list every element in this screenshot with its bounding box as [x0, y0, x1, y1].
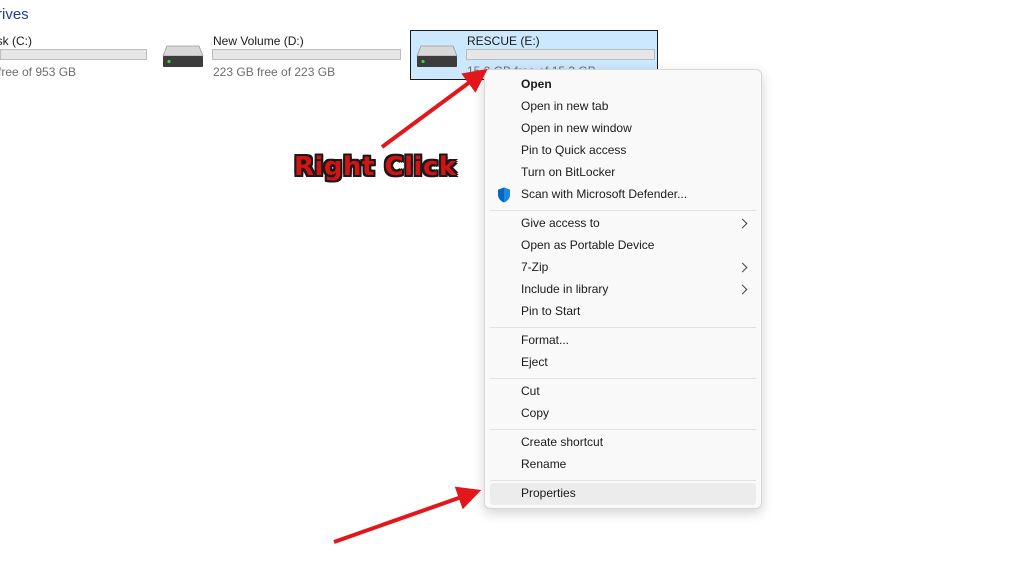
menu-item-cut[interactable]: Cut — [490, 381, 756, 403]
menu-separator — [490, 480, 756, 481]
menu-item-label: Open as Portable Device — [521, 238, 655, 252]
drive-c-tile[interactable]: isk (C:) free of 953 GB — [0, 30, 150, 82]
menu-item-open[interactable]: Open — [490, 74, 756, 96]
menu-item-pin-quick-access[interactable]: Pin to Quick access — [490, 140, 756, 162]
menu-separator — [490, 327, 756, 328]
menu-item-label: Turn on BitLocker — [521, 165, 616, 179]
arrow-to-properties — [333, 486, 482, 544]
section-title-drives: rives — [0, 6, 29, 23]
arrow-to-drive-e — [380, 68, 488, 149]
menu-item-label: Give access to — [521, 216, 600, 230]
hard-drive-icon — [162, 45, 204, 67]
chevron-right-icon — [737, 284, 748, 295]
menu-item-label: Eject — [521, 355, 548, 369]
menu-item-label: Rename — [521, 457, 567, 471]
drive-d-tile[interactable]: New Volume (D:) 223 GB free of 223 GB — [158, 30, 403, 82]
menu-item-pin-to-start[interactable]: Pin to Start — [490, 301, 756, 323]
menu-item-open-new-window[interactable]: Open in new window — [490, 118, 756, 140]
menu-item-label: Open — [521, 77, 552, 91]
drive-usage-bar — [212, 49, 401, 60]
menu-item-label: Open in new window — [521, 121, 632, 135]
menu-item-open-portable-device[interactable]: Open as Portable Device — [490, 235, 756, 257]
menu-item-label: Include in library — [521, 282, 609, 296]
menu-item-label: Cut — [521, 384, 540, 398]
drive-name: New Volume (D:) — [213, 34, 304, 48]
drive-usage-bar — [0, 49, 147, 60]
menu-item-eject[interactable]: Eject — [490, 352, 756, 374]
menu-item-rename[interactable]: Rename — [490, 454, 756, 476]
menu-item-label: Format... — [521, 333, 570, 347]
chevron-right-icon — [737, 262, 748, 273]
menu-item-open-new-tab[interactable]: Open in new tab — [490, 96, 756, 118]
menu-item-label: Create shortcut — [521, 435, 604, 449]
drive-name: isk (C:) — [0, 34, 32, 48]
annotation-right-click-label: Right Click — [294, 152, 457, 182]
menu-item-give-access[interactable]: Give access to — [490, 213, 756, 235]
menu-item-label: Open in new tab — [521, 99, 609, 113]
menu-item-label: Pin to Quick access — [521, 143, 627, 157]
chevron-right-icon — [737, 218, 748, 229]
menu-item-format[interactable]: Format... — [490, 330, 756, 352]
menu-item-label: Copy — [521, 406, 550, 420]
drive-usage-bar — [466, 49, 655, 60]
menu-item-label: Scan with Microsoft Defender... — [521, 187, 688, 201]
menu-item-turn-on-bitlocker[interactable]: Turn on BitLocker — [490, 162, 756, 184]
menu-separator — [490, 429, 756, 430]
menu-item-label: Properties — [521, 486, 576, 500]
menu-separator — [490, 378, 756, 379]
menu-item-copy[interactable]: Copy — [490, 403, 756, 425]
menu-item-include-in-library[interactable]: Include in library — [490, 279, 756, 301]
context-menu: Open Open in new tab Open in new window … — [484, 69, 762, 509]
defender-shield-icon — [498, 187, 510, 203]
drive-free-space: free of 953 GB — [0, 65, 77, 79]
menu-item-create-shortcut[interactable]: Create shortcut — [490, 432, 756, 454]
menu-item-label: Pin to Start — [521, 304, 581, 318]
menu-item-properties[interactable]: Properties — [490, 483, 756, 505]
menu-item-7zip[interactable]: 7-Zip — [490, 257, 756, 279]
menu-item-scan-defender[interactable]: Scan with Microsoft Defender... — [490, 184, 756, 206]
drive-free-space: 223 GB free of 223 GB — [213, 65, 336, 79]
menu-separator — [490, 210, 756, 211]
menu-item-label: 7-Zip — [521, 260, 549, 274]
hard-drive-icon — [416, 45, 458, 67]
drive-name: RESCUE (E:) — [467, 34, 540, 48]
